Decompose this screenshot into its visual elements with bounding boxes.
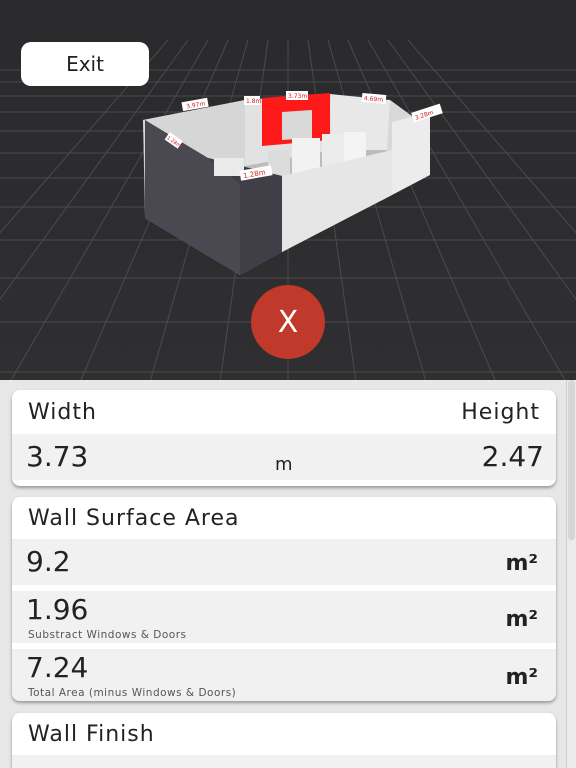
width-value: 3.73 xyxy=(26,440,89,473)
wall-surface-area-header: Wall Surface Area xyxy=(12,497,556,539)
total-area-row: 7.24 Total Area (minus Windows & Doors) … xyxy=(12,649,556,701)
subtract-area-unit: m² xyxy=(505,607,538,632)
dimension-unit: m xyxy=(275,454,293,475)
dimensions-header: Width Height xyxy=(12,390,556,434)
subtract-area-row: 1.96 Substract Windows & Doors m² xyxy=(12,591,556,643)
total-area-value: 7.24 xyxy=(26,651,89,684)
wall-finish-title: Wall Finish xyxy=(28,721,155,747)
gross-area-row: 9.2 m² xyxy=(12,539,556,585)
exit-button[interactable]: Exit xyxy=(21,42,149,86)
subtract-area-value: 1.96 xyxy=(26,593,89,626)
dimensions-card: Width Height 3.73 m 2.47 xyxy=(12,390,556,486)
measurement-panel[interactable]: Width Height 3.73 m 2.47 Wall Surface Ar… xyxy=(0,380,576,768)
height-label: Height xyxy=(461,399,540,425)
exit-button-label: Exit xyxy=(66,52,104,76)
close-button[interactable]: X xyxy=(251,285,325,359)
total-area-note: Total Area (minus Windows & Doors) xyxy=(28,687,237,699)
wall-finish-row[interactable] xyxy=(12,755,556,768)
wall-finish-header: Wall Finish xyxy=(12,713,556,755)
width-label: Width xyxy=(28,399,97,425)
total-area-unit: m² xyxy=(505,665,538,690)
wall-finish-card[interactable]: Wall Finish xyxy=(12,713,556,768)
wall-label: 3.73m xyxy=(288,93,307,100)
wall-surface-area-card: Wall Surface Area 9.2 m² 1.96 Substract … xyxy=(12,497,556,701)
close-icon: X xyxy=(277,304,299,340)
scrollbar[interactable] xyxy=(566,380,576,768)
scrollbar-thumb[interactable] xyxy=(568,380,575,540)
wall-label: 1.8m xyxy=(246,98,262,105)
room-model xyxy=(143,93,430,275)
dimensions-values-row: 3.73 m 2.47 xyxy=(12,434,556,480)
gross-area-value: 9.2 xyxy=(26,545,71,578)
room-3d-viewport[interactable]: 3.97m 1.8m 3.73m 4.69m 3.28m 1.28m 1.28m… xyxy=(0,0,576,382)
subtract-area-note: Substract Windows & Doors xyxy=(28,629,187,641)
gross-area-unit: m² xyxy=(505,551,538,576)
wall-surface-area-title: Wall Surface Area xyxy=(28,505,240,531)
height-value: 2.47 xyxy=(481,440,544,473)
